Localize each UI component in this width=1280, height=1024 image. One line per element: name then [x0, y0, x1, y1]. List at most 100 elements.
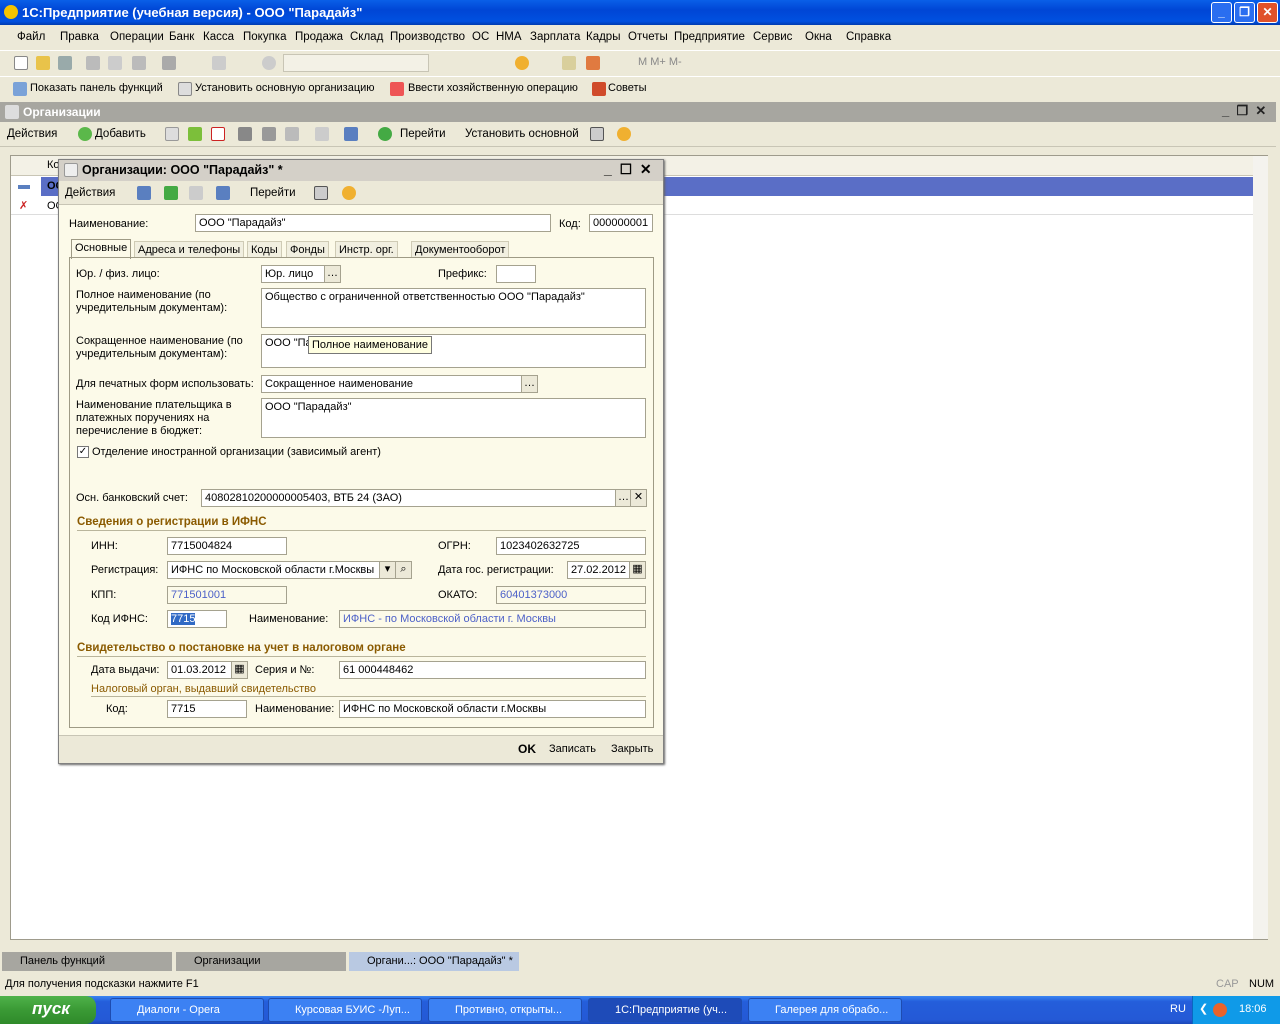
list-goto-menu[interactable]: Перейти — [400, 128, 446, 140]
dialog-actions-menu[interactable]: Действия — [65, 187, 115, 199]
window-tab-functions[interactable]: Панель функций — [2, 952, 172, 971]
set-main-button[interactable]: Установить основной — [465, 128, 579, 140]
search-combo[interactable] — [283, 54, 429, 72]
taskbar-item-vlc[interactable]: Противно, открыты... — [428, 998, 582, 1022]
taskbar-item-1c[interactable]: 1С:Предприятие (уч... — [588, 998, 742, 1022]
inn-input[interactable]: 7715004824 — [167, 537, 287, 555]
opera-tray-icon[interactable] — [1213, 1003, 1227, 1017]
tab-funds[interactable]: Фонды — [286, 241, 329, 258]
clear-filter-icon[interactable] — [315, 127, 329, 141]
list-add-button[interactable]: Добавить — [95, 128, 146, 140]
save-button[interactable]: Записать — [549, 743, 596, 755]
ogrn-input[interactable]: 1023402632725 — [496, 537, 646, 555]
restore-button[interactable]: ❐ — [1234, 2, 1255, 23]
taskbar-item-opera[interactable]: Диалоги - Opera — [110, 998, 264, 1022]
cut-icon[interactable] — [86, 56, 100, 70]
close-button[interactable]: ✕ — [1257, 2, 1278, 23]
series-input[interactable]: 61 000448462 — [339, 661, 646, 679]
ok-button[interactable]: OK — [518, 742, 536, 756]
copy-item-icon[interactable] — [165, 127, 179, 141]
new-icon[interactable] — [14, 56, 28, 70]
calculator-icon[interactable] — [562, 56, 576, 70]
close-dialog-button[interactable]: Закрыть — [611, 743, 653, 755]
registration-input[interactable]: ИФНС по Московской области г.Москвы — [167, 561, 380, 579]
taskbar-item-gallery[interactable]: Галерея для обрабо... — [748, 998, 902, 1022]
open-icon[interactable] — [36, 56, 50, 70]
window-tab-organizations[interactable]: Организации — [176, 952, 346, 971]
copy-doc-icon[interactable] — [189, 186, 203, 200]
print-forms-select-button[interactable]: … — [521, 375, 538, 393]
payer-name-textarea[interactable]: ООО "Парадайз" — [261, 398, 646, 438]
prefix-input[interactable] — [496, 265, 536, 283]
language-indicator[interactable]: RU — [1170, 1003, 1186, 1015]
tips-button[interactable]: Советы — [608, 82, 646, 94]
help-icon[interactable] — [617, 127, 631, 141]
menu-salary[interactable]: Зарплата — [530, 31, 580, 43]
reread-icon[interactable] — [164, 186, 178, 200]
refresh-icon[interactable] — [378, 127, 392, 141]
enter-operation-button[interactable]: Ввести хозяйственную операцию — [408, 82, 578, 94]
name-input[interactable]: ООО "Парадайз" — [195, 214, 551, 232]
tab-codes[interactable]: Коды — [247, 241, 282, 258]
taskbar-item-word[interactable]: Курсовая БУИС -Луп... — [268, 998, 422, 1022]
menu-purchase[interactable]: Покупка — [243, 31, 286, 43]
menu-file[interactable]: Файл — [17, 31, 45, 43]
legal-type-input[interactable]: Юр. лицо — [261, 265, 325, 283]
save-close-icon[interactable] — [137, 186, 151, 200]
print-forms-input[interactable]: Сокращенное наименование — [261, 375, 522, 393]
registration-search-icon[interactable]: ⌕ — [395, 561, 412, 579]
window-tab-organization-form[interactable]: Органи...: ООО "Парадайз" * — [349, 952, 519, 971]
legal-type-select-button[interactable]: … — [324, 265, 341, 283]
menu-sales[interactable]: Продажа — [295, 31, 343, 43]
menu-windows[interactable]: Окна — [805, 31, 832, 43]
info-icon[interactable] — [515, 56, 529, 70]
tab-foreign-org[interactable]: Инстр. орг. — [335, 241, 398, 258]
menu-operations[interactable]: Операции — [110, 31, 164, 43]
copy-icon[interactable] — [108, 56, 122, 70]
foreign-org-label[interactable]: Отделение иностранной организации (завис… — [92, 446, 381, 459]
dialog-window-controls[interactable]: _ ☐ ✕ — [604, 161, 652, 178]
filter-history-icon[interactable] — [285, 127, 299, 141]
code-input[interactable]: 000000001 — [589, 214, 653, 232]
menu-reports[interactable]: Отчеты — [628, 31, 668, 43]
save-icon[interactable] — [58, 56, 72, 70]
filter-icon[interactable] — [238, 127, 252, 141]
kpp-input[interactable]: 771501001 — [167, 586, 287, 604]
menu-enterprise[interactable]: Предприятие — [674, 31, 745, 43]
menu-production[interactable]: Производство — [390, 31, 465, 43]
menu-warehouse[interactable]: Склад — [350, 31, 383, 43]
show-panel-button[interactable]: Показать панель функций — [30, 82, 163, 94]
registration-dropdown-icon[interactable]: ▾ — [379, 561, 396, 579]
bank-account-clear-button[interactable]: ✕ — [630, 489, 647, 507]
settings-icon[interactable] — [314, 186, 328, 200]
menu-bank[interactable]: Банк — [169, 31, 194, 43]
ifns-name-input[interactable]: ИФНС - по Московской области г. Москвы — [339, 610, 646, 628]
issue-date-calendar-icon[interactable]: ▦ — [231, 661, 248, 679]
transfer-icon[interactable] — [216, 186, 230, 200]
paste-icon[interactable] — [132, 56, 146, 70]
tab-document-flow[interactable]: Документооборот — [411, 241, 510, 258]
okato-input[interactable]: 60401373000 — [496, 586, 646, 604]
menu-cash[interactable]: Касса — [203, 31, 234, 43]
print-icon[interactable] — [162, 56, 176, 70]
menu-hr[interactable]: Кадры — [586, 31, 620, 43]
bank-account-input[interactable]: 40802810200000005403, ВТБ 24 (ЗАО) — [201, 489, 616, 507]
list-window-controls[interactable]: _ ❐ ✕ — [1222, 103, 1266, 119]
menu-os[interactable]: ОС — [472, 31, 489, 43]
tray-expand-icon[interactable]: ❮ — [1199, 1002, 1208, 1015]
org-name-input[interactable]: ИФНС по Московской области г.Москвы — [339, 700, 646, 718]
dialog-goto-menu[interactable]: Перейти — [250, 187, 296, 199]
list-actions-menu[interactable]: Действия — [7, 128, 57, 140]
delete-icon[interactable] — [211, 127, 225, 141]
ifns-code-input[interactable]: 7715 — [167, 610, 227, 628]
menu-nma[interactable]: НМА — [496, 31, 522, 43]
menu-help[interactable]: Справка — [846, 31, 891, 43]
transfer-icon[interactable] — [344, 127, 358, 141]
foreign-org-checkbox[interactable]: ✓ — [77, 446, 89, 458]
set-main-org-button[interactable]: Установить основную организацию — [195, 82, 375, 94]
help-icon[interactable] — [342, 186, 356, 200]
filter-by-value-icon[interactable] — [262, 127, 276, 141]
menu-service[interactable]: Сервис — [753, 31, 792, 43]
reg-date-input[interactable]: 27.02.2012 — [567, 561, 630, 579]
minimize-button[interactable]: _ — [1211, 2, 1232, 23]
